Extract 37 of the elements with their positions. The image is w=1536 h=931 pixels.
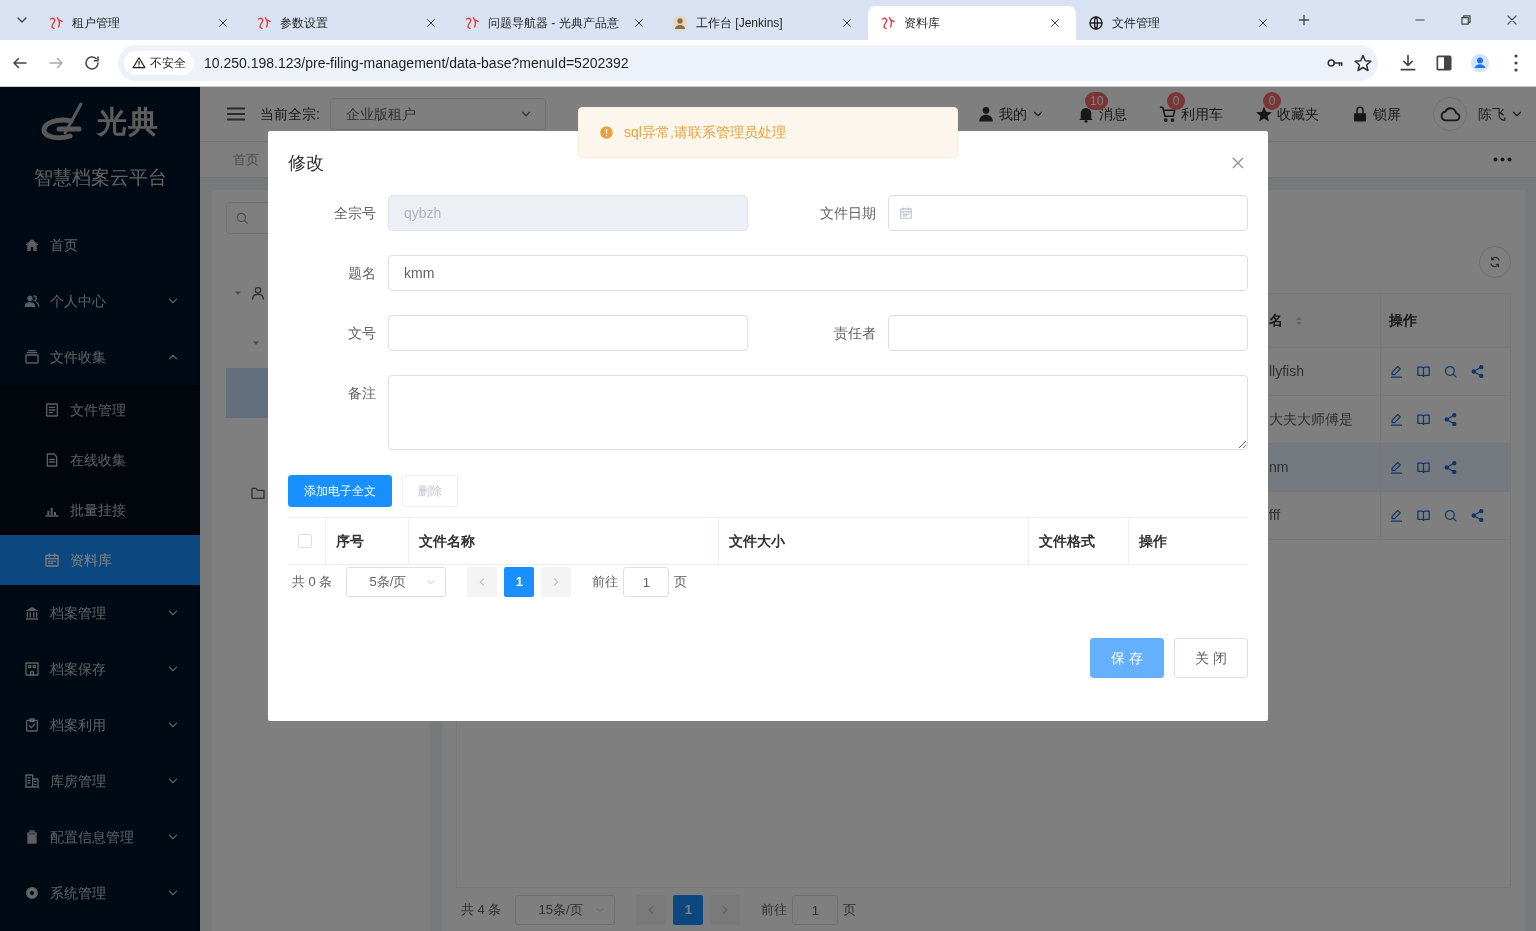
- logo-text: 光典: [97, 104, 159, 140]
- column-header: 名: [1269, 311, 1283, 330]
- goto-label: 前往: [761, 901, 788, 920]
- tab-title: 参数设置: [280, 15, 329, 32]
- table-cell-text: 大夫大师傅是: [1269, 410, 1353, 429]
- field-label: 题名: [347, 264, 377, 283]
- modal-title: 修改: [288, 151, 324, 175]
- column-header: 文件格式: [1039, 531, 1095, 551]
- page-suffix: 页: [674, 573, 688, 592]
- tab-title: 文件管理: [1112, 15, 1161, 32]
- column-header: 操作: [1389, 311, 1417, 330]
- notification-badge: 0: [1263, 91, 1281, 110]
- column-header: 操作: [1139, 531, 1167, 551]
- column-header: 文件名称: [419, 531, 475, 551]
- field-label: 全宗号: [333, 204, 377, 223]
- goto-label: 前往: [592, 573, 619, 592]
- column-header: 文件大小: [729, 531, 785, 551]
- table-cell-text: nm: [1269, 458, 1289, 477]
- total-count: 共 4 条: [461, 901, 502, 920]
- tab-title: 租户管理: [72, 15, 121, 32]
- tab-title: 资料库: [904, 15, 941, 32]
- field-label: 文件日期: [819, 204, 877, 223]
- notification-badge: 0: [1167, 91, 1185, 110]
- page-suffix: 页: [843, 901, 857, 920]
- field-label: 责任者: [833, 324, 877, 343]
- field-label: 备注: [347, 384, 377, 403]
- field-label: 文号: [347, 324, 377, 343]
- url-text: 10.250.198.123/pre-filing-management/data-base?menuId=5202392: [204, 53, 630, 73]
- table-cell-text: llyfish: [1269, 362, 1304, 381]
- total-count: 共 0 条: [292, 573, 333, 592]
- tab-title: 工作台 [Jenkins]: [696, 15, 784, 32]
- tab-title: 问题导航器 - 光典产品意: [488, 15, 620, 32]
- fonds-label: 当前全宗:: [260, 104, 320, 124]
- toast-text: sql异常,请联系管理员处理: [624, 123, 786, 142]
- column-header: 序号: [336, 531, 364, 551]
- app-title: 智慧档案云平台: [33, 166, 167, 190]
- table-cell-text: fff: [1269, 506, 1281, 525]
